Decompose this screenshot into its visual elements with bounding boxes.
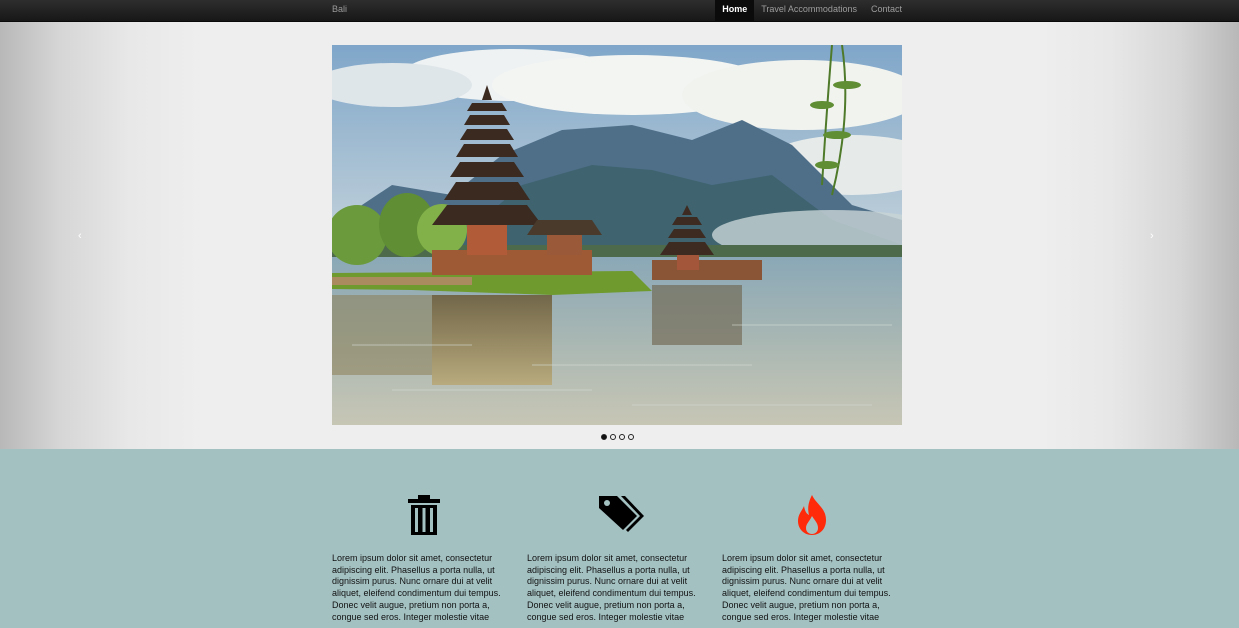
brand-link[interactable]: Bali [332,0,347,22]
carousel-indicator-4[interactable] [628,434,634,440]
trash-icon [408,495,440,535]
tags-icon [599,496,644,532]
carousel-indicators [601,434,634,440]
feature-1-text: Lorem ipsum dolor sit amet, consectetur … [332,553,501,622]
nav-item-home[interactable]: Home [715,0,755,22]
top-navbar: Bali Home Travel Accommodations Contact [0,0,1239,22]
carousel-slide-image [332,45,902,425]
features-section: Lorem ipsum dolor sit amet, consectetur … [332,449,902,628]
carousel-indicator-3[interactable] [619,434,625,440]
feature-2-text: Lorem ipsum dolor sit amet, consectetur … [527,553,696,622]
carousel-indicator-1[interactable] [601,434,607,440]
image-carousel: ‹ › [0,22,1239,449]
carousel-indicator-2[interactable] [610,434,616,440]
main-nav: Home Travel Accommodations Contact [715,0,909,22]
carousel-prev-icon[interactable]: ‹ [78,230,82,242]
feature-3-text: Lorem ipsum dolor sit amet, consectetur … [722,553,891,622]
nav-item-travel-accommodations[interactable]: Travel Accommodations [754,0,864,22]
fire-icon [798,495,826,535]
carousel-next-icon[interactable]: › [1150,230,1154,242]
nav-item-contact[interactable]: Contact [864,0,909,22]
